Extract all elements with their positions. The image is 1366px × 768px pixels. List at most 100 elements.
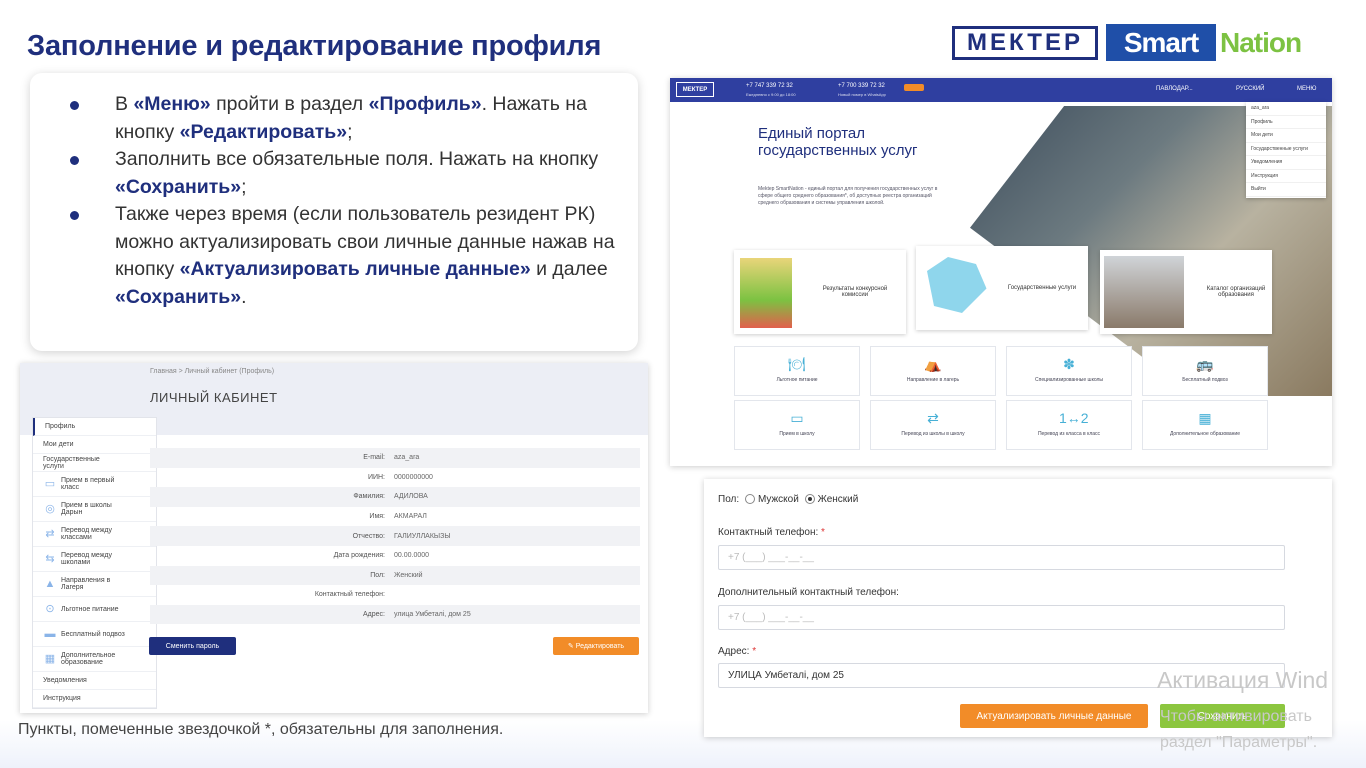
service-card[interactable]: ⛺ Направление в лагерь — [870, 346, 996, 396]
menu-dropdown-item[interactable]: Мои дети — [1246, 129, 1326, 143]
portal-navbar: МЕКТЕР +7 747 339 72 32 Ежедневно с 9:00… — [670, 78, 1332, 102]
instructions-list: В «Меню» пройти в раздел «Профиль». Нажа… — [70, 91, 630, 311]
sidebar-item[interactable]: ▲ Направления в Лагеря — [33, 572, 156, 597]
sidebar-item-icon: ▲ — [44, 578, 56, 590]
profile-field-label: Контактный телефон: — [314, 591, 385, 599]
profile-field-value: 00.00.0000 — [394, 552, 430, 560]
menu-dropdown-item[interactable]: Профиль — [1246, 116, 1326, 129]
menu-dropdown-item[interactable]: Государственные услуги — [1246, 143, 1326, 156]
phone2[interactable]: +7 700 339 72 32 — [838, 83, 885, 89]
profile-field-row: E-mail: aza_ara — [150, 448, 640, 468]
city-selector[interactable]: ПАВЛОДАР... — [1156, 86, 1193, 92]
sidebar-item[interactable]: Инструкция — [33, 690, 156, 708]
service-card[interactable]: 1↔2 Перевод из класса в класс — [1006, 400, 1132, 450]
map-image — [927, 257, 987, 313]
service-label: Бесплатный подвоз — [1182, 377, 1228, 383]
language-selector[interactable]: РУССКИЙ — [1236, 86, 1264, 92]
gender-row: Пол: Мужской Женский — [718, 494, 858, 505]
male-label[interactable]: Мужской — [758, 494, 799, 505]
mektep-logo: МЕКТЕР — [952, 26, 1098, 60]
actualize-button[interactable]: Актуализировать личные данные — [960, 704, 1148, 728]
sidebar-item[interactable]: Уведомления — [33, 672, 156, 690]
hero-text: Mektep SmartNation - единый портал для п… — [758, 186, 938, 206]
sidebar-item-label: Направления в Лагеря — [61, 577, 111, 591]
profile-field-row: Контактный телефон: — [150, 585, 640, 605]
sidebar-item[interactable]: Профиль — [33, 418, 156, 436]
menu-dropdown-item[interactable]: Инструкция — [1246, 170, 1326, 183]
sidebar-item[interactable]: ▬ Бесплатный подвоз — [33, 622, 156, 647]
phone-input[interactable]: +7 (___) ___-__-__ — [718, 545, 1285, 570]
menu-dropdown-item[interactable]: aza_ara — [1246, 102, 1326, 116]
service-label: Прием в школу — [779, 431, 815, 437]
female-radio[interactable] — [804, 494, 815, 505]
service-card[interactable]: ⇄ Перевод из школы в школу — [870, 400, 996, 450]
menu-dropdown-item[interactable]: Уведомления — [1246, 156, 1326, 170]
portal-screenshot: МЕКТЕР +7 747 339 72 32 Ежедневно с 9:00… — [670, 78, 1332, 466]
service-card[interactable]: ▦ Дополнительное образование — [1142, 400, 1268, 450]
instructions-card: В «Меню» пройти в раздел «Профиль». Нажа… — [30, 73, 638, 351]
instruction-item-2: Заполнить все обязательные поля. Нажать … — [70, 146, 630, 201]
service-label: Направление в лагерь — [906, 377, 960, 383]
books-image — [740, 258, 792, 328]
tile-catalog-label: Каталог организаций образования — [1206, 286, 1266, 298]
service-icon: ▭ — [790, 410, 804, 426]
slide: Заполнение и редактирование профиля МЕКТ… — [0, 0, 1366, 768]
male-radio[interactable] — [744, 494, 755, 505]
profile-field-label: ИИН: — [367, 473, 385, 481]
sidebar-item[interactable]: Государственные услуги — [33, 454, 156, 472]
required-note: Пункты, помеченные звездочкой *, обязате… — [18, 721, 504, 738]
phone2-input[interactable]: +7 (___) ___-__-__ — [718, 605, 1285, 630]
sidebar-item-icon: ▭ — [44, 478, 56, 490]
sidebar-item-label: Перевод между школами — [61, 552, 113, 566]
sidebar-item-label: Профиль — [45, 423, 76, 430]
sidebar-item-label: Инструкция — [43, 695, 81, 702]
service-card[interactable]: ▭ Прием в школу — [734, 400, 860, 450]
phone2-label: Дополнительный контактный телефон: — [718, 587, 899, 598]
female-label[interactable]: Женский — [818, 494, 859, 505]
phone2-sub: Новый номер в WhatsApp — [838, 92, 886, 97]
edit-button[interactable]: ✎ Редактировать — [553, 637, 639, 655]
sidebar-item[interactable]: ▦ Дополнительное образование — [33, 647, 156, 672]
service-card[interactable]: 🚌 Бесплатный подвоз — [1142, 346, 1268, 396]
smartnation-logo-nation: Nation — [1220, 26, 1302, 58]
sidebar-item[interactable]: ▭ Прием в первый класс — [33, 472, 156, 497]
menu-dropdown-item[interactable]: Выйти — [1246, 183, 1326, 197]
profile-field-row: Пол: Женский — [150, 565, 640, 586]
smartnation-logo-smart: Smart — [1106, 24, 1216, 61]
phone1[interactable]: +7 747 339 72 32 — [746, 83, 793, 89]
service-card[interactable]: ✽ Специализированные школы — [1006, 346, 1132, 396]
sidebar-item[interactable]: ◎ Прием в школы Дарын — [33, 497, 156, 522]
tile-competition-results[interactable]: Результаты конкурсной комиссии — [734, 250, 906, 334]
sidebar-item[interactable]: Мои дети — [33, 436, 156, 454]
tile-catalog[interactable]: Каталог организаций образования — [1100, 250, 1272, 334]
portal-logo[interactable]: МЕКТЕР — [676, 82, 714, 97]
service-card[interactable]: 🍽 Льготное питание — [734, 346, 860, 396]
profile-field-value: АДИЛОВА — [394, 493, 428, 501]
tile-public-services[interactable]: Государственные услуги — [916, 246, 1088, 330]
profile-field-row: Отчество: ГАЛИУЛЛАКЫЗЫ — [150, 526, 640, 546]
tile-competition-label: Результаты конкурсной комиссии — [822, 286, 888, 298]
cabinet-sidebar: Профиль Мои дети Государственные услуги ▭ Пр… — [32, 417, 157, 709]
sidebar-item[interactable]: ⇄ Перевод между классами — [33, 522, 156, 547]
sidebar-item[interactable]: ⊙ Льготное питание — [33, 597, 156, 622]
sidebar-item[interactable]: ⇆ Перевод между школами — [33, 547, 156, 572]
menu-dropdown: aza_ara Профиль Мои дети Государственные ус… — [1246, 102, 1326, 198]
profile-field-value: aza_ara — [394, 454, 420, 462]
service-icon: 🚌 — [1196, 356, 1214, 372]
school-building-image — [1104, 256, 1184, 328]
sidebar-item-label: Уведомления — [43, 677, 87, 684]
profile-field-value: ГАЛИУЛЛАКЫЗЫ — [394, 532, 451, 540]
change-password-button[interactable]: Сменить пароль — [149, 637, 236, 655]
profile-field-row: ИИН: 0000000000 — [150, 468, 640, 488]
new-badge — [904, 84, 924, 91]
breadcrumb[interactable]: Главная > Личный кабинет (Профиль) — [150, 368, 274, 375]
sidebar-item-icon: ⊙ — [45, 603, 55, 615]
profile-field-value: АКМАРАЛ — [394, 513, 427, 521]
menu-button[interactable]: МЕНЮ — [1297, 86, 1316, 92]
profile-field-label: Дата рождения: — [333, 552, 385, 560]
gender-label: Пол: — [718, 494, 740, 505]
profile-field-value: 0000000000 — [394, 473, 433, 481]
hero-title: Единый портал государственных услуг — [758, 125, 918, 159]
phone1-sub: Ежедневно с 9:00 до 18:00 — [746, 92, 796, 97]
activation-watermark-text: Чтобы активировать раздел "Параметры". — [1160, 708, 1318, 751]
